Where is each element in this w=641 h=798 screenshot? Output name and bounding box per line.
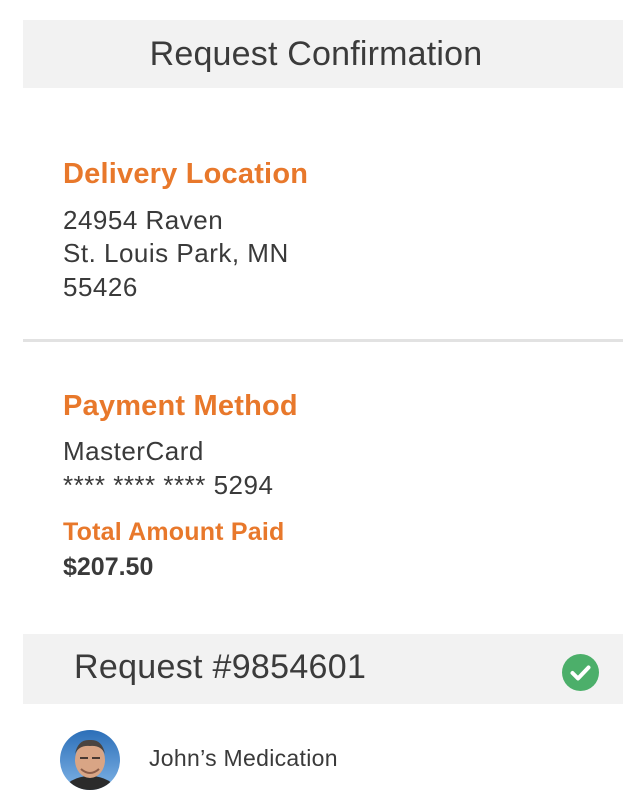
payment-method-title: Payment Method xyxy=(63,390,298,422)
card-number: **** **** **** 5294 xyxy=(63,470,274,500)
request-number: Request #9854601 xyxy=(74,648,367,686)
avatar[interactable] xyxy=(60,730,120,790)
check-circle-icon xyxy=(562,654,599,691)
address-line-1: 24954 Raven xyxy=(63,205,224,235)
total-amount-value: $207.50 xyxy=(63,553,154,581)
avatar-photo-icon xyxy=(60,730,120,790)
request-bar[interactable]: Request #9854601 xyxy=(23,634,623,704)
patient-medication-name[interactable]: John’s Medication xyxy=(149,745,338,772)
header-bar: Request Confirmation xyxy=(23,20,623,88)
address-line-3: 55426 xyxy=(63,272,138,302)
delivery-location-title: Delivery Location xyxy=(63,158,309,190)
section-divider xyxy=(23,339,623,342)
total-amount-label: Total Amount Paid xyxy=(63,518,285,546)
card-type: MasterCard xyxy=(63,436,204,466)
address-line-2: St. Louis Park, MN xyxy=(63,238,289,268)
page-title: Request Confirmation xyxy=(149,34,483,73)
